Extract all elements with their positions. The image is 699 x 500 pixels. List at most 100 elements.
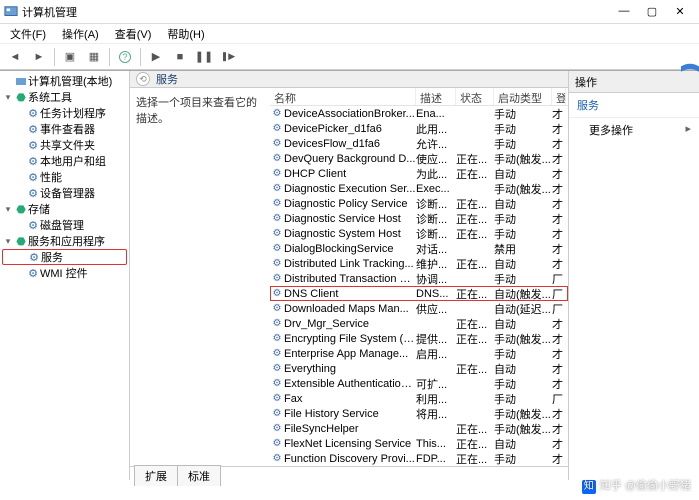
gear-icon: ⚙	[270, 303, 284, 314]
gear-icon: ⚙	[270, 423, 284, 434]
gear-icon: ⚙	[270, 168, 284, 179]
tab-standard[interactable]: 标准	[177, 465, 221, 486]
tree-item[interactable]: ⚙WMI 控件	[2, 265, 127, 281]
stop-button[interactable]: ■	[169, 46, 191, 68]
nav-tree[interactable]: 计算机管理(本地)▾⬣系统工具⚙任务计划程序⚙事件查看器⚙共享文件夹⚙本地用户和…	[0, 71, 130, 480]
menu-file[interactable]: 文件(F)	[4, 24, 52, 44]
gear-icon: ⚙	[270, 288, 284, 299]
maximize-button[interactable]: ▢	[645, 5, 659, 18]
gear-icon: ⚙	[270, 453, 284, 464]
window-title: 计算机管理	[22, 4, 609, 20]
menu-view[interactable]: 查看(V)	[109, 24, 158, 44]
col-name[interactable]: 名称	[270, 88, 416, 105]
service-row[interactable]: ⚙DevicesFlow_d1fa6允许...手动才	[270, 136, 568, 151]
gear-icon: ⚙	[270, 333, 284, 344]
restart-button[interactable]: ❚▶	[217, 46, 239, 68]
service-row[interactable]: ⚙Encrypting File System (E...提供...正在...手…	[270, 331, 568, 346]
actions-more[interactable]: 更多操作 ▸	[569, 118, 699, 142]
menu-action[interactable]: 操作(A)	[56, 24, 105, 44]
tree-item[interactable]: ⚙共享文件夹	[2, 137, 127, 153]
service-row[interactable]: ⚙Enterprise App Manage...启用...手动才	[270, 346, 568, 361]
minimize-button[interactable]: —	[617, 5, 631, 18]
close-button[interactable]: ✕	[673, 5, 687, 18]
service-row[interactable]: ⚙Function Discovery Provi...FDP...正在...手…	[270, 451, 568, 466]
service-row[interactable]: ⚙DevQuery Background D...使应...正在...手动(触发…	[270, 151, 568, 166]
tree-item[interactable]: ⚙性能	[2, 169, 127, 185]
service-row[interactable]: ⚙FlexNet Licensing ServiceThis...正在...自动…	[270, 436, 568, 451]
service-row[interactable]: ⚙File History Service将用...手动(触发...才	[270, 406, 568, 421]
gear-icon: ⚙	[270, 318, 284, 329]
col-status[interactable]: 状态	[456, 88, 494, 105]
gear-icon: ⚙	[270, 273, 284, 284]
gear-icon: ⚙	[270, 198, 284, 209]
play-button[interactable]: ▶	[145, 46, 167, 68]
content-pane: ⟲ 服务 选择一个项目来查看它的描述。 名称 描述 状态 启动类型 登 ⚙Dev…	[130, 71, 569, 480]
app-icon	[4, 5, 18, 19]
col-start[interactable]: 启动类型	[494, 88, 552, 105]
gear-icon: ⚙	[270, 438, 284, 449]
tree-item[interactable]: ⚙事件查看器	[2, 121, 127, 137]
title-bar: 计算机管理 — ▢ ✕	[0, 0, 699, 24]
tab-extended[interactable]: 扩展	[134, 465, 178, 486]
decoration-icon	[681, 60, 699, 80]
gear-icon: ⚙	[270, 138, 284, 149]
up-button[interactable]: ▣	[59, 46, 81, 68]
tree-item[interactable]: 计算机管理(本地)	[2, 73, 127, 89]
menu-bar: 文件(F) 操作(A) 查看(V) 帮助(H)	[0, 24, 699, 44]
service-row[interactable]: ⚙Diagnostic System Host诊断...正在...手动才	[270, 226, 568, 241]
zhihu-icon: 知	[582, 480, 596, 494]
forward-button[interactable]: ►	[28, 46, 50, 68]
column-headers[interactable]: 名称 描述 状态 启动类型 登	[270, 88, 568, 106]
tree-item[interactable]: ⚙任务计划程序	[2, 105, 127, 121]
tree-item[interactable]: ▾⬣存储	[2, 201, 127, 217]
tree-item[interactable]: ▾⬣服务和应用程序	[2, 233, 127, 249]
gear-icon: ⚙	[270, 393, 284, 404]
gear-icon: ⚙	[270, 228, 284, 239]
gear-icon: ⚙	[270, 153, 284, 164]
description-pane: 选择一个项目来查看它的描述。	[130, 88, 270, 466]
service-row[interactable]: ⚙DevicePicker_d1fa6此用...手动才	[270, 121, 568, 136]
service-row[interactable]: ⚙Drv_Mgr_Service正在...自动才	[270, 316, 568, 331]
actions-pane: 操作 服务 更多操作 ▸	[569, 71, 699, 480]
col-logon[interactable]: 登	[552, 88, 566, 105]
tree-item[interactable]: ⚙设备管理器	[2, 185, 127, 201]
tree-item[interactable]: ⚙服务	[2, 249, 127, 265]
service-row[interactable]: ⚙DHCP Client为此...正在...自动才	[270, 166, 568, 181]
services-list[interactable]: 名称 描述 状态 启动类型 登 ⚙DeviceAssociationBroker…	[270, 88, 568, 466]
tree-item[interactable]: ⚙磁盘管理	[2, 217, 127, 233]
content-title: 服务	[156, 71, 178, 87]
watermark: 知知乎 @偷偷小野猪	[582, 477, 691, 494]
service-row[interactable]: ⚙Diagnostic Service Host诊断...正在...手动才	[270, 211, 568, 226]
service-row[interactable]: ⚙DeviceAssociationBroker...Ena...手动才	[270, 106, 568, 121]
back-button[interactable]: ◄	[4, 46, 26, 68]
service-row[interactable]: ⚙DialogBlockingService对话...禁用才	[270, 241, 568, 256]
service-row[interactable]: ⚙Everything正在...自动才	[270, 361, 568, 376]
service-row[interactable]: ⚙Extensible Authentication...可扩...手动才	[270, 376, 568, 391]
service-row[interactable]: ⚙DNS ClientDNS...正在...自动(触发...厂	[270, 286, 568, 301]
gear-icon: ⚙	[270, 258, 284, 269]
service-row[interactable]: ⚙Distributed Link Tracking...维护...正在...自…	[270, 256, 568, 271]
col-desc[interactable]: 描述	[416, 88, 456, 105]
service-row[interactable]: ⚙FileSyncHelper正在...手动(触发...才	[270, 421, 568, 436]
service-row[interactable]: ⚙Diagnostic Execution Ser...Exec...手动(触发…	[270, 181, 568, 196]
description-text: 选择一个项目来查看它的描述。	[136, 94, 264, 126]
content-header: ⟲ 服务	[130, 71, 568, 88]
gear-icon: ⚙	[270, 408, 284, 419]
service-row[interactable]: ⚙Downloaded Maps Man...供应...自动(延迟...厂	[270, 301, 568, 316]
tree-item[interactable]: ⚙本地用户和组	[2, 153, 127, 169]
menu-help[interactable]: 帮助(H)	[161, 24, 210, 44]
service-row[interactable]: ⚙Fax利用...手动厂	[270, 391, 568, 406]
gear-icon: ⚙	[270, 183, 284, 194]
help-button[interactable]: ?	[114, 46, 136, 68]
pause-button[interactable]: ❚❚	[193, 46, 215, 68]
refresh-icon[interactable]: ⟲	[136, 72, 150, 86]
gear-icon: ⚙	[270, 348, 284, 359]
chevron-right-icon: ▸	[685, 122, 691, 135]
properties-button[interactable]: ▦	[83, 46, 105, 68]
service-row[interactable]: ⚙Distributed Transaction C...协调...手动厂	[270, 271, 568, 286]
view-tabs: 扩展 标准	[130, 466, 568, 486]
actions-group-label: 服务	[569, 93, 699, 118]
gear-icon: ⚙	[270, 123, 284, 134]
tree-item[interactable]: ▾⬣系统工具	[2, 89, 127, 105]
service-row[interactable]: ⚙Diagnostic Policy Service诊断...正在...自动才	[270, 196, 568, 211]
